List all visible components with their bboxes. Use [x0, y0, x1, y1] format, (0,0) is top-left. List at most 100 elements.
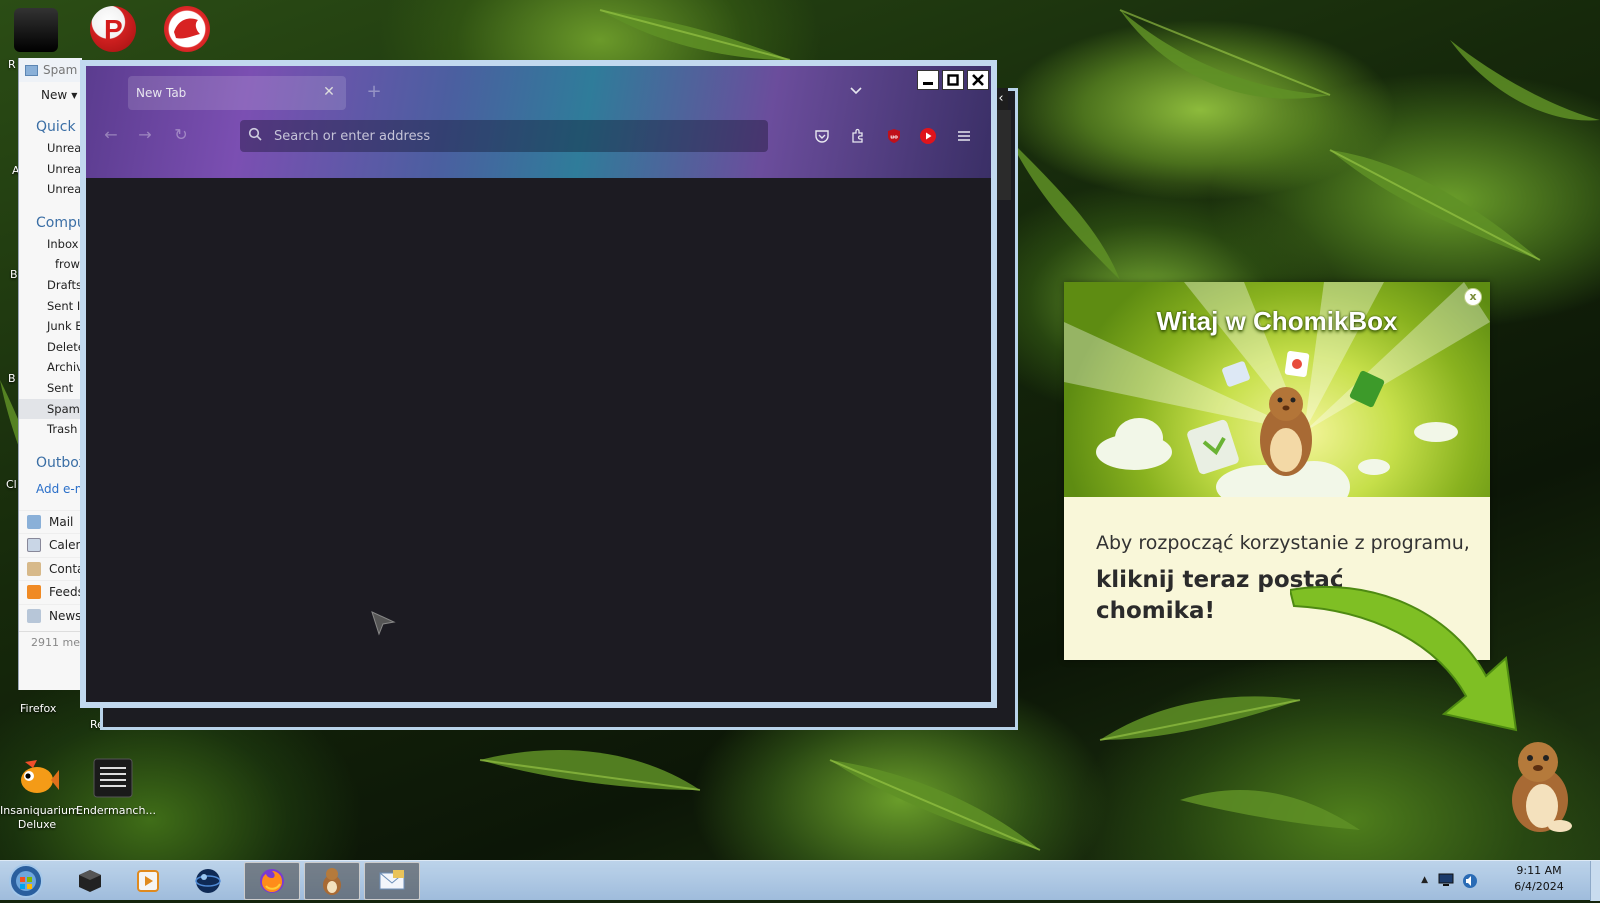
fish-icon: [15, 756, 59, 800]
folder-spam[interactable]: Spam: [19, 398, 82, 420]
status-message-count: 2911 mes: [19, 631, 82, 653]
desktop-edge-label: B: [10, 268, 18, 281]
back-arrow-icon[interactable]: ←: [98, 122, 124, 148]
taskbar-firefox[interactable]: [244, 862, 300, 900]
section-outbox[interactable]: Outbox: [19, 452, 82, 474]
folder-item[interactable]: Unread: [19, 138, 82, 159]
red-creature-icon[interactable]: [164, 6, 210, 52]
firefox-window[interactable]: New Tab ✕ + ← → ↻ Search or enter addres…: [80, 60, 997, 708]
section-computer[interactable]: Compu: [19, 212, 82, 234]
navigation-bar: ← → ↻ uo: [86, 116, 991, 154]
tab-new-tab[interactable]: New Tab ✕: [128, 76, 346, 110]
nav-label: Mail: [49, 514, 74, 529]
search-icon: [248, 127, 262, 145]
nav-newsgroups[interactable]: News: [19, 603, 82, 628]
rss-icon: [27, 585, 41, 600]
svg-text:uo: uo: [890, 135, 898, 141]
chomikbox-title: Witaj w ChomikBox: [1156, 306, 1398, 336]
show-desktop-button[interactable]: [1590, 861, 1600, 901]
taskbar-globe-app[interactable]: [180, 862, 236, 900]
search-input[interactable]: [272, 127, 732, 145]
folder-inbox[interactable]: Inbox: [19, 234, 82, 255]
taskbar-thunderbird[interactable]: [364, 862, 420, 900]
folder-item[interactable]: Unread: [19, 179, 82, 200]
folder-deleted[interactable]: Delete: [19, 337, 82, 358]
desktop-icon-endermanch[interactable]: Endermanch...: [76, 756, 156, 818]
calendar-icon: [27, 538, 41, 553]
spam-folder-icon: [25, 64, 38, 76]
desktop-icon-label: Endermanch...: [76, 804, 156, 817]
chomik-hamster-character[interactable]: [1500, 736, 1580, 837]
window-controls: [917, 70, 989, 90]
folder-sent-items[interactable]: Sent It: [19, 296, 82, 317]
new-button-label: New: [41, 88, 68, 102]
folder-subfolder[interactable]: frow: [19, 254, 82, 275]
ublock-origin-icon[interactable]: uo: [882, 124, 906, 148]
taskbar-clock[interactable]: 9:11 AM 6/4/2024: [1504, 863, 1574, 895]
start-button[interactable]: [6, 862, 46, 900]
page-content[interactable]: [86, 178, 991, 702]
folder-archive[interactable]: Archiv: [19, 357, 82, 378]
new-tab-plus-icon[interactable]: +: [362, 80, 386, 104]
firefox-toolbar-area: New Tab ✕ + ← → ↻ Search or enter addres…: [86, 66, 991, 178]
dropdown-arrow-icon: ▼: [71, 90, 78, 100]
nav-mail[interactable]: Mail: [19, 509, 82, 534]
nav-feeds[interactable]: Feeds: [19, 580, 82, 604]
dark-app-icon[interactable]: [14, 8, 58, 52]
maximize-button[interactable]: [942, 70, 964, 90]
nav-calendar[interactable]: Calen: [19, 533, 82, 557]
youtube-extension-icon[interactable]: [916, 124, 940, 148]
contacts-icon: [27, 561, 41, 576]
list-document-icon: [91, 756, 135, 800]
thunderbird-window[interactable]: Spam New ▼ Quick v Unread Unread Unread …: [18, 58, 82, 690]
newsgroup-icon: [27, 608, 41, 623]
window-title: Spam: [43, 63, 78, 77]
taskbar-app-cube[interactable]: [62, 862, 118, 900]
svg-text:P: P: [104, 14, 123, 45]
taskbar: ▲ 9:11 AM 6/4/2024: [0, 860, 1600, 901]
folder-drafts[interactable]: Drafts: [19, 275, 82, 296]
forward-arrow-icon[interactable]: →: [132, 122, 158, 148]
folder-sent[interactable]: Sent: [19, 378, 82, 399]
thunderbird-titlebar[interactable]: Spam: [19, 58, 82, 82]
nav-contacts[interactable]: Conta: [19, 556, 82, 581]
add-email-link[interactable]: Add e-m: [19, 478, 82, 500]
nav-label: Conta: [49, 561, 82, 576]
desktop-edge-label: Cl: [6, 478, 17, 491]
folder-junk[interactable]: Junk E: [19, 316, 82, 337]
folder-trash[interactable]: Trash: [19, 419, 82, 440]
list-all-tabs-chevron-icon[interactable]: [846, 82, 866, 102]
new-button[interactable]: New ▼: [19, 82, 82, 108]
section-quick[interactable]: Quick v: [19, 116, 82, 138]
side-scrollbar[interactable]: [997, 110, 1011, 200]
minimize-button[interactable]: [917, 70, 939, 90]
p-app-icon[interactable]: P: [90, 6, 136, 52]
firefox-desktop-label[interactable]: Firefox: [20, 702, 56, 715]
green-arrow-graphic: [1288, 580, 1526, 743]
chomikbox-instruction: Aby rozpocząć korzystanie z programu,: [1096, 532, 1470, 554]
reload-icon[interactable]: ↻: [168, 122, 194, 148]
tab-title: New Tab: [136, 86, 187, 100]
folder-item[interactable]: Unread: [19, 159, 82, 180]
desktop-icon-label: Insaniquarium Deluxe: [0, 804, 79, 831]
tab-close-icon[interactable]: ✕: [320, 83, 338, 101]
nav-label: Calen: [49, 538, 82, 553]
tray-volume-icon[interactable]: [1462, 873, 1478, 892]
desktop-edge-label: B: [8, 372, 16, 385]
pocket-icon[interactable]: [810, 124, 834, 148]
clock-time: 9:11 AM: [1516, 864, 1562, 877]
clock-date: 6/4/2024: [1514, 880, 1564, 893]
close-button[interactable]: [967, 70, 989, 90]
extensions-puzzle-icon[interactable]: [846, 124, 870, 148]
desktop-edge-label: R: [8, 58, 16, 71]
hamburger-menu-icon[interactable]: [952, 124, 976, 148]
popup-close-icon[interactable]: x: [1464, 288, 1482, 306]
taskbar-chomikbox[interactable]: [304, 862, 360, 900]
desktop-icon-insaniquarium[interactable]: Insaniquarium Deluxe: [0, 756, 79, 832]
nav-label: Feeds: [49, 585, 82, 600]
tray-expand-arrow-icon[interactable]: ▲: [1421, 875, 1428, 885]
tray-network-icon[interactable]: [1438, 873, 1454, 890]
address-bar[interactable]: [240, 120, 768, 152]
taskbar-media-player[interactable]: [120, 862, 176, 900]
nav-label: News: [49, 608, 82, 623]
